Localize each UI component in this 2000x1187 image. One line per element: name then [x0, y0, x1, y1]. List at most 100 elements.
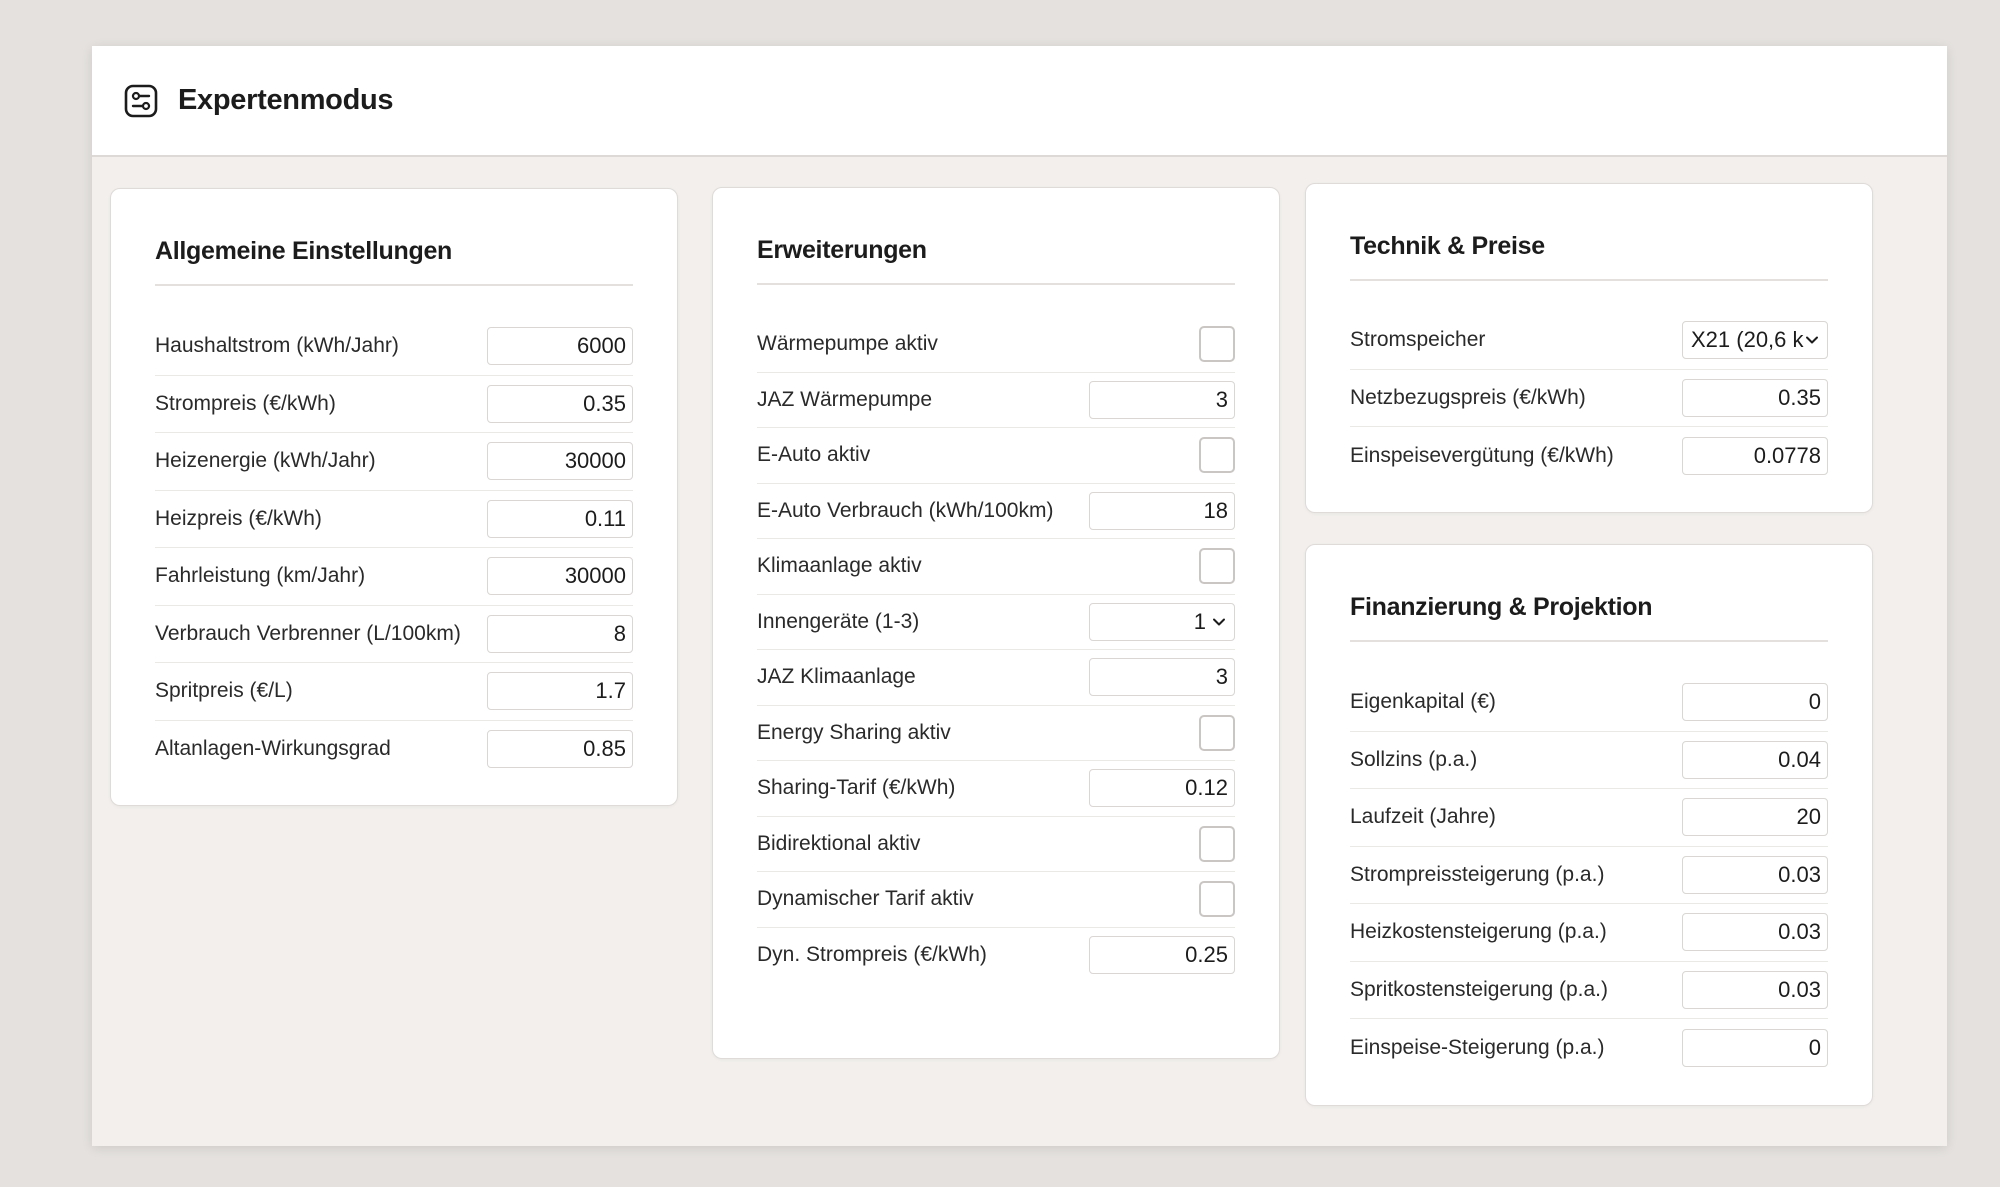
setting-label: Haushaltstrom (kWh/Jahr) — [155, 334, 399, 358]
w-rmepumpe-aktiv-checkbox[interactable] — [1199, 326, 1235, 363]
setting-row-heizkostensteigerung-p-a: Heizkostensteigerung (p.a.) 0.03 — [1350, 904, 1828, 962]
heizenergie-kwh-jahr-input[interactable]: 30000 — [487, 442, 633, 481]
setting-row-netzbezugspreis-kwh: Netzbezugspreis (€/kWh) 0.35 — [1350, 370, 1828, 427]
setting-row-jaz-klimaanlage: JAZ Klimaanlage 3 — [757, 650, 1235, 706]
spritpreis-l-input[interactable]: 1.7 — [487, 672, 633, 711]
setting-label: Heizpreis (€/kWh) — [155, 506, 322, 530]
tech-prices-title: Technik & Preise — [1350, 232, 1828, 281]
general-settings-rows: Haushaltstrom (kWh/Jahr) 6000 Strompreis (… — [155, 318, 633, 778]
setting-label: Einspeisevergütung (€/kWh) — [1350, 443, 1614, 467]
setting-row-w-rmepumpe-aktiv: Wärmepumpe aktiv — [757, 317, 1235, 373]
setting-row-dynamischer-tarif-aktiv: Dynamischer Tarif aktiv — [757, 872, 1235, 928]
setting-label: Sharing-Tarif (€/kWh) — [757, 776, 956, 800]
chevron-down-icon — [1213, 618, 1225, 626]
finance-rows: Eigenkapital (€) 0 Sollzins (p.a.) 0.04 Lauf… — [1350, 674, 1828, 1077]
setting-label: JAZ Klimaanlage — [757, 665, 916, 689]
setting-row-sharing-tarif-kwh: Sharing-Tarif (€/kWh) 0.12 — [757, 761, 1235, 817]
bidirektional-aktiv-checkbox[interactable] — [1199, 825, 1235, 862]
laufzeit-jahre-input[interactable]: 20 — [1682, 798, 1828, 837]
dyn-strompreis-kwh-input[interactable]: 0.25 — [1089, 936, 1235, 975]
setting-row-eigenkapital: Eigenkapital (€) 0 — [1350, 674, 1828, 732]
general-settings-title: Allgemeine Einstellungen — [155, 237, 633, 286]
setting-row-haushaltstrom-kwh-jahr: Haushaltstrom (kWh/Jahr) 6000 — [155, 318, 633, 376]
setting-row-energy-sharing-aktiv: Energy Sharing aktiv — [757, 706, 1235, 761]
setting-row-dyn-strompreis-kwh: Dyn. Strompreis (€/kWh) 0.25 — [757, 928, 1235, 984]
setting-label: Fahrleistung (km/Jahr) — [155, 564, 366, 588]
setting-row-laufzeit-jahre: Laufzeit (Jahre) 20 — [1350, 789, 1828, 847]
setting-row-einspeise-steigerung-p-a: Einspeise-Steigerung (p.a.) 0 — [1350, 1019, 1828, 1077]
jaz-w-rmepumpe-input[interactable]: 3 — [1089, 380, 1235, 419]
fahrleistung-km-jahr-input[interactable]: 30000 — [487, 557, 633, 596]
setting-label: Heizkostensteigerung (p.a.) — [1350, 920, 1607, 944]
heizkostensteigerung-p-a-input[interactable]: 0.03 — [1682, 913, 1828, 952]
dynamischer-tarif-aktiv-checkbox[interactable] — [1199, 881, 1235, 918]
sharing-tarif-kwh-input[interactable]: 0.12 — [1089, 769, 1235, 808]
setting-label: Netzbezugspreis (€/kWh) — [1350, 385, 1586, 409]
setting-label: Energy Sharing aktiv — [757, 720, 951, 744]
spritkostensteigerung-p-a-input[interactable]: 0.03 — [1682, 970, 1828, 1009]
tech-prices-card: Technik & Preise Stromspeicher X21 (20,6 … — [1305, 183, 1873, 513]
setting-label: Stromspeicher — [1350, 328, 1486, 352]
select-value: X21 (20,6 k — [1691, 327, 1804, 353]
setting-row-sollzins-p-a: Sollzins (p.a.) 0.04 — [1350, 732, 1828, 789]
haushaltstrom-kwh-jahr-input[interactable]: 6000 — [487, 327, 633, 366]
e-auto-aktiv-checkbox[interactable] — [1199, 437, 1235, 474]
expert-mode-window: Expertenmodus Allgemeine Einstellungen H… — [92, 46, 1947, 1146]
stromspeicher-select[interactable]: X21 (20,6 k — [1682, 321, 1828, 360]
setting-row-heizpreis-kwh: Heizpreis (€/kWh) 0.11 — [155, 491, 633, 548]
setting-label: Spritkostensteigerung (p.a.) — [1350, 977, 1608, 1001]
altanlagen-wirkungsgrad-input[interactable]: 0.85 — [487, 730, 633, 769]
strompreissteigerung-p-a-input[interactable]: 0.03 — [1682, 855, 1828, 894]
jaz-klimaanlage-input[interactable]: 3 — [1089, 658, 1235, 697]
einspeiseverg-tung-kwh-input[interactable]: 0.0778 — [1682, 436, 1828, 475]
tech-prices-rows: Stromspeicher X21 (20,6 k Netzbezugspreis … — [1350, 312, 1828, 485]
setting-label: Dynamischer Tarif aktiv — [757, 887, 974, 911]
extensions-rows: Wärmepumpe aktiv JAZ Wärmepumpe 3 E-Auto ak… — [757, 317, 1235, 983]
setting-label: Strompreis (€/kWh) — [155, 391, 336, 415]
settings-toggle-icon — [124, 84, 158, 118]
strompreis-kwh-input[interactable]: 0.35 — [487, 384, 633, 423]
setting-label: Laufzeit (Jahre) — [1350, 805, 1496, 829]
setting-row-jaz-w-rmepumpe: JAZ Wärmepumpe 3 — [757, 373, 1235, 428]
setting-row-spritkostensteigerung-p-a: Spritkostensteigerung (p.a.) 0.03 — [1350, 962, 1828, 1019]
klimaanlage-aktiv-checkbox[interactable] — [1199, 548, 1235, 585]
finance-title: Finanzierung & Projektion — [1350, 593, 1828, 642]
setting-row-bidirektional-aktiv: Bidirektional aktiv — [757, 817, 1235, 872]
finance-card: Finanzierung & Projektion Eigenkapital (… — [1305, 544, 1873, 1106]
setting-row-heizenergie-kwh-jahr: Heizenergie (kWh/Jahr) 30000 — [155, 433, 633, 491]
energy-sharing-aktiv-checkbox[interactable] — [1199, 714, 1235, 751]
setting-row-altanlagen-wirkungsgrad: Altanlagen-Wirkungsgrad 0.85 — [155, 721, 633, 779]
setting-label: Spritpreis (€/L) — [155, 679, 293, 703]
verbrauch-verbrenner-l-100km-input[interactable]: 8 — [487, 614, 633, 653]
netzbezugspreis-kwh-input[interactable]: 0.35 — [1682, 378, 1828, 417]
setting-label: Heizenergie (kWh/Jahr) — [155, 449, 376, 473]
setting-row-e-auto-verbrauch-kwh-100km: E-Auto Verbrauch (kWh/100km) 18 — [757, 484, 1235, 539]
setting-label: JAZ Wärmepumpe — [757, 387, 933, 411]
setting-label: Strompreissteigerung (p.a.) — [1350, 862, 1605, 886]
heizpreis-kwh-input[interactable]: 0.11 — [487, 499, 633, 538]
setting-row-verbrauch-verbrenner-l-100km: Verbrauch Verbrenner (L/100km) 8 — [155, 606, 633, 663]
setting-row-spritpreis-l: Spritpreis (€/L) 1.7 — [155, 663, 633, 721]
eigenkapital-input[interactable]: 0 — [1682, 683, 1828, 722]
setting-label: E-Auto aktiv — [757, 443, 871, 467]
setting-row-fahrleistung-km-jahr: Fahrleistung (km/Jahr) 30000 — [155, 548, 633, 606]
setting-label: Einspeise-Steigerung (p.a.) — [1350, 1035, 1605, 1059]
setting-label: Bidirektional aktiv — [757, 831, 921, 855]
sollzins-p-a-input[interactable]: 0.04 — [1682, 740, 1828, 779]
select-value: 1 — [1193, 608, 1206, 634]
extensions-title: Erweiterungen — [757, 236, 1235, 285]
setting-row-strompreis-kwh: Strompreis (€/kWh) 0.35 — [155, 376, 633, 433]
innenger-te-1-3-select[interactable]: 1 — [1089, 602, 1235, 641]
e-auto-verbrauch-kwh-100km-input[interactable]: 18 — [1089, 491, 1235, 530]
setting-row-stromspeicher: Stromspeicher X21 (20,6 k — [1350, 312, 1828, 370]
einspeise-steigerung-p-a-input[interactable]: 0 — [1682, 1028, 1828, 1067]
setting-row-klimaanlage-aktiv: Klimaanlage aktiv — [757, 539, 1235, 595]
setting-label: Dyn. Strompreis (€/kWh) — [757, 943, 987, 967]
setting-label: E-Auto Verbrauch (kWh/100km) — [757, 498, 1054, 522]
setting-row-innenger-te-1-3: Innengeräte (1-3) 1 — [757, 595, 1235, 650]
page-title: Expertenmodus — [178, 84, 394, 116]
setting-row-e-auto-aktiv: E-Auto aktiv — [757, 428, 1235, 484]
setting-label: Verbrauch Verbrenner (L/100km) — [155, 621, 461, 645]
setting-label: Eigenkapital (€) — [1350, 690, 1496, 714]
setting-row-einspeiseverg-tung-kwh: Einspeisevergütung (€/kWh) 0.0778 — [1350, 427, 1828, 485]
